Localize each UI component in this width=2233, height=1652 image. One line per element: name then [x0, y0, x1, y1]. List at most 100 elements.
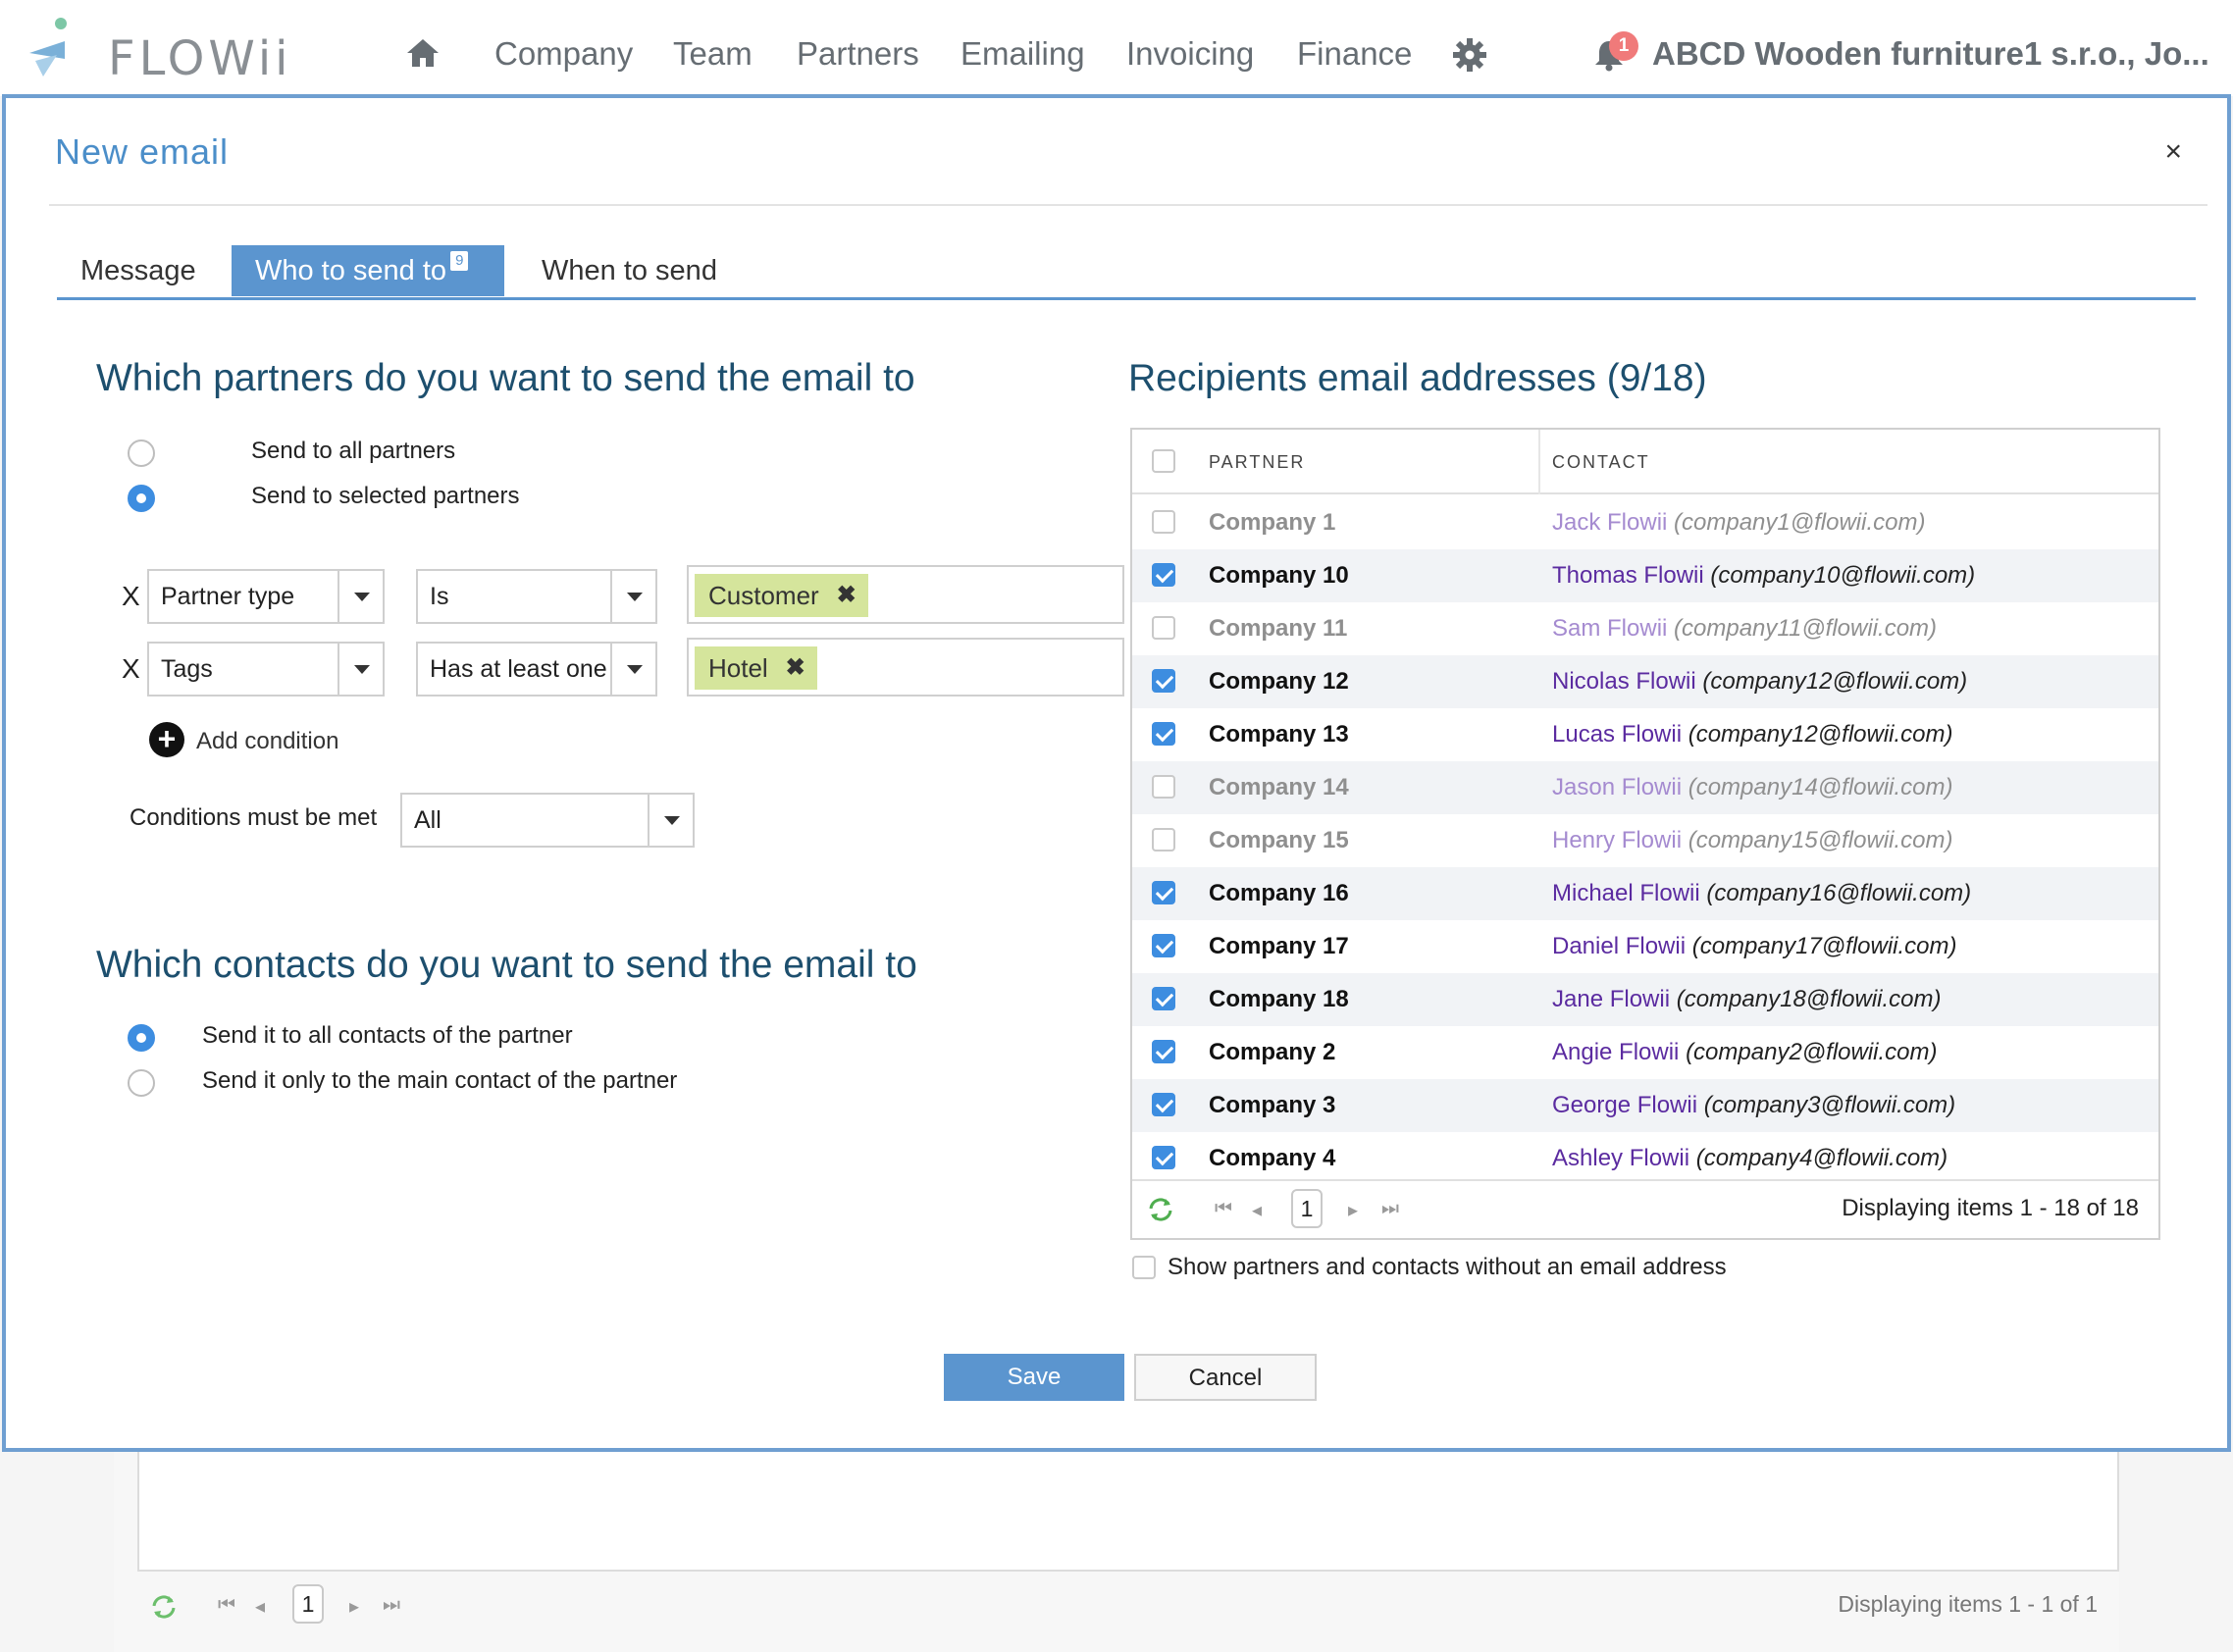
contact-name[interactable]: Michael Flowii [1552, 880, 1700, 906]
nav-emailing[interactable]: Emailing [961, 35, 1085, 73]
table-row[interactable]: Company 2 Angie Flowii (company2@flowii.c… [1132, 1026, 2158, 1079]
partner-name: Company 3 [1209, 1092, 1336, 1118]
contact-name[interactable]: Angie Flowii [1552, 1039, 1679, 1065]
cancel-button[interactable]: Cancel [1134, 1354, 1317, 1401]
row-checkbox[interactable] [1152, 563, 1175, 587]
remove-tag-icon[interactable]: ✖ [786, 646, 805, 690]
tab-when-to-send[interactable]: When to send [518, 245, 741, 296]
table-row[interactable]: Company 3 George Flowii (company3@flowii.… [1132, 1079, 2158, 1132]
add-condition-button[interactable]: Add condition [196, 728, 338, 755]
remove-condition-button[interactable]: X [122, 653, 140, 685]
home-icon[interactable] [405, 37, 441, 69]
table-row[interactable]: Company 17 Daniel Flowii (company17@flowi… [1132, 920, 2158, 973]
prev-page-icon[interactable]: ◂ [255, 1594, 265, 1619]
new-email-modal: New email × Message Who to send to 9 When… [2, 94, 2231, 1452]
radio-send-to-selected-partners[interactable] [128, 485, 155, 512]
column-header-contact[interactable]: CONTACT [1552, 430, 1650, 494]
save-button[interactable]: Save [944, 1354, 1124, 1401]
nav-finance[interactable]: Finance [1297, 35, 1412, 73]
next-page-icon[interactable]: ▸ [1348, 1198, 1358, 1222]
chevron-down-icon [610, 571, 655, 622]
table-row[interactable]: Company 1 Jack Flowii (company1@flowii.co… [1132, 496, 2158, 549]
radio-send-to-main-contact[interactable] [128, 1069, 155, 1097]
nav-company[interactable]: Company [494, 35, 633, 73]
grid-pager: ⏮ ◂ 1 ▸ ⏭ Displaying items 1 - 18 of 18 [1132, 1179, 2158, 1238]
column-header-partner[interactable]: PARTNER [1209, 430, 1305, 494]
refresh-icon[interactable] [1146, 1195, 1175, 1224]
condition-value-tags[interactable]: Hotel ✖ [687, 638, 1124, 697]
contact-name[interactable]: Lucas Flowii [1552, 721, 1682, 748]
remove-tag-icon[interactable]: ✖ [837, 574, 857, 617]
table-row[interactable]: Company 13 Lucas Flowii (company12@flowii… [1132, 708, 2158, 761]
condition-value-tags[interactable]: Customer ✖ [687, 565, 1124, 624]
add-condition-icon[interactable]: + [149, 722, 184, 757]
show-without-email-checkbox[interactable] [1132, 1256, 1156, 1279]
prev-page-icon[interactable]: ◂ [1252, 1198, 1262, 1222]
row-checkbox[interactable] [1152, 881, 1175, 904]
tab-message[interactable]: Message [57, 245, 220, 296]
row-checkbox[interactable] [1152, 828, 1175, 852]
contact-cell: Jason Flowii (company14@flowii.com) [1552, 761, 1953, 814]
gear-icon[interactable] [1452, 37, 1487, 73]
row-checkbox[interactable] [1152, 775, 1175, 799]
contact-name[interactable]: Ashley Flowii [1552, 1145, 1689, 1171]
logo-icon [29, 18, 67, 77]
table-row[interactable]: Company 18 Jane Flowii (company18@flowii.… [1132, 973, 2158, 1026]
conditions-met-select[interactable]: All [400, 793, 695, 848]
contact-cell: Sam Flowii (company11@flowii.com) [1552, 602, 1937, 655]
condition-field-select[interactable]: Tags [147, 642, 385, 697]
row-checkbox[interactable] [1152, 722, 1175, 746]
radio-send-to-all-contacts[interactable] [128, 1024, 155, 1052]
condition-operator-select[interactable]: Is [416, 569, 657, 624]
contact-name[interactable]: Nicolas Flowii [1552, 668, 1696, 695]
nav-invoicing[interactable]: Invoicing [1126, 35, 1254, 73]
close-icon[interactable]: × [2164, 135, 2182, 169]
nav-partners[interactable]: Partners [797, 35, 919, 73]
row-checkbox[interactable] [1152, 987, 1175, 1010]
next-page-icon[interactable]: ▸ [349, 1594, 359, 1619]
contact-name[interactable]: Daniel Flowii [1552, 933, 1686, 959]
partner-name: Company 4 [1209, 1145, 1336, 1171]
table-row[interactable]: Company 10 Thomas Flowii (company10@flowi… [1132, 549, 2158, 602]
contact-name[interactable]: Thomas Flowii [1552, 562, 1704, 589]
row-checkbox[interactable] [1152, 616, 1175, 640]
page-number[interactable]: 1 [1291, 1189, 1323, 1228]
table-row[interactable]: Company 15 Henry Flowii (company15@flowii… [1132, 814, 2158, 867]
radio-send-to-all-partners[interactable] [128, 439, 155, 467]
contact-name[interactable]: Jason Flowii [1552, 774, 1682, 800]
first-page-icon[interactable]: ⏮ [218, 1594, 235, 1617]
row-checkbox[interactable] [1152, 510, 1175, 534]
contact-name[interactable]: Henry Flowii [1552, 827, 1682, 853]
remove-condition-button[interactable]: X [122, 581, 140, 612]
table-row[interactable]: Company 12 Nicolas Flowii (company12@flow… [1132, 655, 2158, 708]
table-row[interactable]: Company 4 Ashley Flowii (company4@flowii.… [1132, 1132, 2158, 1185]
contact-name[interactable]: Jane Flowii [1552, 986, 1670, 1012]
refresh-icon[interactable] [149, 1592, 179, 1622]
contact-cell: Ashley Flowii (company4@flowii.com) [1552, 1132, 1947, 1185]
contact-name[interactable]: George Flowii [1552, 1092, 1697, 1118]
select-all-checkbox[interactable] [1152, 449, 1175, 473]
last-page-icon[interactable]: ⏭ [1381, 1198, 1399, 1220]
condition-field-select[interactable]: Partner type [147, 569, 385, 624]
company-switcher[interactable]: ABCD Wooden furniture1 s.r.o., Jo... [1652, 35, 2209, 73]
row-checkbox[interactable] [1152, 934, 1175, 957]
nav-team[interactable]: Team [673, 35, 753, 73]
page-number[interactable]: 1 [292, 1584, 324, 1624]
row-checkbox[interactable] [1152, 669, 1175, 693]
partner-name: Company 1 [1209, 509, 1336, 536]
tag-label: Hotel [708, 653, 768, 683]
contact-name[interactable]: Jack Flowii [1552, 509, 1667, 536]
top-navigation: FLOWii Company Team Partners Emailing In… [0, 0, 2233, 96]
table-row[interactable]: Company 16 Michael Flowii (company16@flow… [1132, 867, 2158, 920]
first-page-icon[interactable]: ⏮ [1215, 1198, 1232, 1220]
row-checkbox[interactable] [1152, 1040, 1175, 1063]
table-row[interactable]: Company 11 Sam Flowii (company11@flowii.c… [1132, 602, 2158, 655]
row-checkbox[interactable] [1152, 1093, 1175, 1116]
condition-operator-select[interactable]: Has at least one [416, 642, 657, 697]
flowii-logo[interactable]: FLOWii [22, 14, 288, 86]
row-checkbox[interactable] [1152, 1146, 1175, 1169]
contact-name[interactable]: Sam Flowii [1552, 615, 1667, 642]
table-row[interactable]: Company 14 Jason Flowii (company14@flowii… [1132, 761, 2158, 814]
tab-who-to-send-to[interactable]: Who to send to 9 [232, 245, 504, 296]
last-page-icon[interactable]: ⏭ [383, 1594, 400, 1617]
